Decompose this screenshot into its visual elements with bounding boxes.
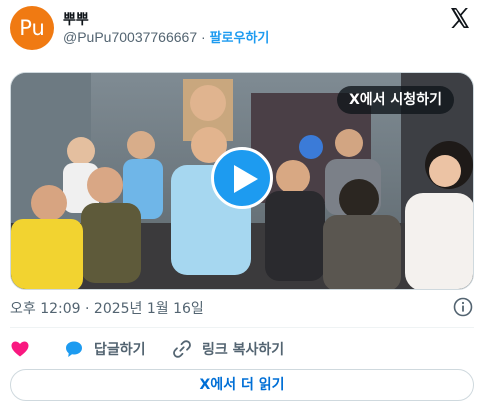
copy-link-button[interactable]: 링크 복사하기 <box>172 338 284 360</box>
reply-label: 답글하기 <box>94 342 146 358</box>
video-player[interactable]: X에서 시청하기 <box>10 72 474 290</box>
like-button[interactable] <box>10 338 30 360</box>
tweet-timestamp[interactable]: 오후 12:09 · 2025년 1월 16일 <box>10 298 204 318</box>
heart-icon <box>11 341 29 357</box>
author-name[interactable]: 뿌뿌 <box>63 9 89 29</box>
play-icon <box>234 165 258 193</box>
x-logo-icon[interactable] <box>448 6 472 30</box>
link-icon <box>173 340 191 358</box>
copy-link-label: 링크 복사하기 <box>202 342 285 358</box>
separator-dot: · <box>201 29 206 45</box>
read-more-button[interactable]: X에서 더 읽기 <box>10 369 474 401</box>
watch-on-x-button[interactable]: X에서 시청하기 <box>337 86 454 114</box>
handle-row: @PuPu70037766667 · 팔로우하기 <box>63 27 269 46</box>
follow-button[interactable]: 팔로우하기 <box>210 31 270 46</box>
divider <box>10 327 474 328</box>
reply-bubble-icon <box>66 341 82 357</box>
tweet-header: Pu 뿌뿌 @PuPu70037766667 · 팔로우하기 <box>10 6 474 50</box>
info-icon[interactable] <box>453 297 473 317</box>
avatar[interactable]: Pu <box>10 6 54 50</box>
play-button[interactable] <box>211 147 273 209</box>
action-bar: 답글하기 링크 복사하기 <box>10 338 474 360</box>
reply-button[interactable]: 답글하기 <box>64 338 146 360</box>
author-handle[interactable]: @PuPu70037766667 <box>63 29 197 45</box>
